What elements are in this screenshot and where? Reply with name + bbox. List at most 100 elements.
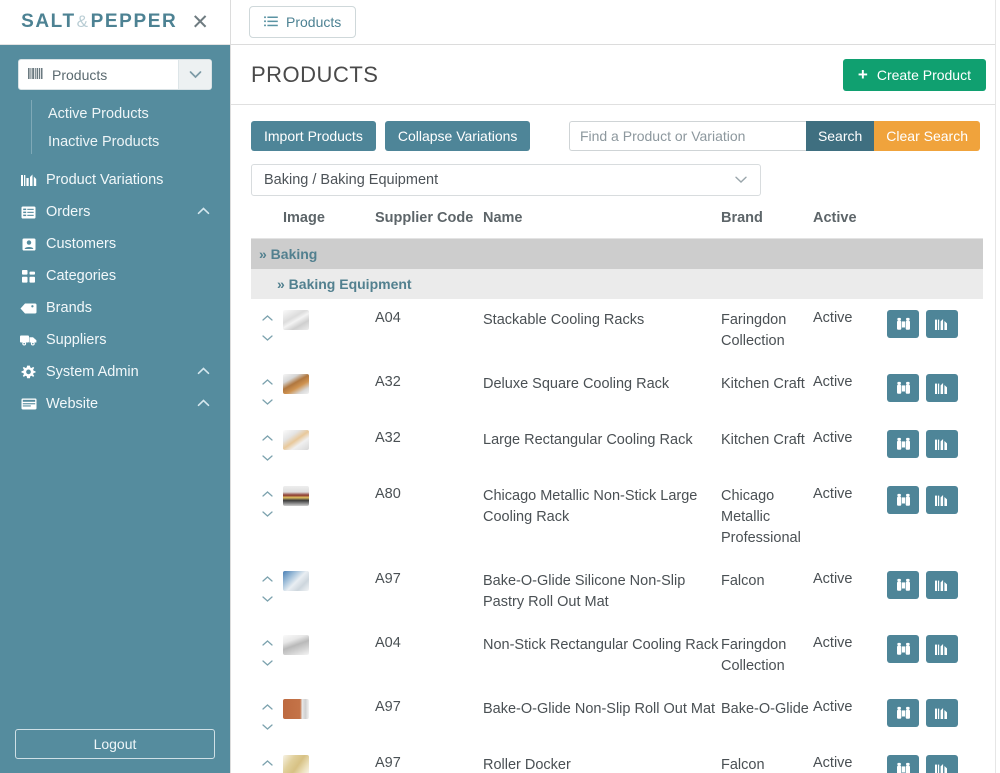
sort-arrows[interactable] [251, 571, 283, 605]
view-product-button[interactable] [887, 486, 919, 515]
sort-arrows[interactable] [251, 635, 283, 669]
view-product-button[interactable] [887, 755, 919, 773]
sidebar-item-brands[interactable]: Brands [0, 292, 230, 324]
table-row[interactable]: A32 Deluxe Square Cooling Rack Kitchen C… [251, 363, 983, 419]
view-variations-button[interactable] [926, 635, 958, 664]
chevron-down-icon[interactable] [261, 594, 273, 605]
sort-arrows[interactable] [251, 755, 283, 773]
view-variations-button[interactable] [926, 310, 958, 338]
logout-button[interactable]: Logout [15, 729, 215, 759]
sort-arrows[interactable] [251, 699, 283, 733]
chevron-down-icon[interactable] [261, 333, 273, 344]
view-product-button[interactable] [887, 430, 919, 459]
category-select[interactable]: Baking / Baking Equipment [251, 164, 761, 196]
close-icon[interactable]: ✕ [191, 12, 209, 33]
create-product-button[interactable]: + Create Product [842, 58, 986, 91]
brand-logo: SALT&PEPPER [21, 11, 177, 33]
search-button[interactable]: Search [805, 121, 875, 151]
row-sort-controls[interactable] [251, 744, 283, 773]
sidebar-item-categories[interactable]: Categories [0, 260, 230, 292]
row-sort-controls[interactable] [251, 475, 283, 560]
chevron-up-icon[interactable] [261, 574, 273, 585]
chevron-down-icon[interactable] [734, 173, 748, 187]
view-product-button[interactable] [887, 699, 919, 728]
group-header-baking[interactable]: » Baking [251, 238, 983, 269]
product-active-status: Active [813, 310, 853, 326]
product-name: Large Rectangular Cooling Rack [483, 432, 693, 449]
sidebar-item-website[interactable]: Website [0, 388, 230, 420]
clear-search-button[interactable]: Clear Search [874, 121, 980, 151]
th-supplier-code: Supplier Code [375, 202, 483, 239]
row-sort-controls[interactable] [251, 299, 283, 363]
view-product-button[interactable] [887, 635, 919, 664]
image-cell [283, 430, 375, 451]
chevron-down-icon[interactable] [261, 453, 273, 464]
variations-icon [934, 494, 947, 506]
view-product-button[interactable] [887, 571, 919, 600]
sidebar-item-system-admin[interactable]: System Admin [0, 356, 230, 388]
chevron-up-icon[interactable] [261, 638, 273, 649]
table-row[interactable]: A97 Roller Docker Falcon Active [251, 744, 983, 773]
view-variations-button[interactable] [926, 430, 958, 459]
view-variations-button[interactable] [926, 571, 958, 600]
row-sort-controls[interactable] [251, 688, 283, 744]
row-sort-controls[interactable] [251, 560, 283, 624]
image-cell [283, 571, 375, 592]
view-variations-button[interactable] [926, 755, 958, 773]
import-products-button[interactable]: Import Products [251, 121, 376, 151]
grid-icon [20, 269, 37, 283]
view-product-button[interactable] [887, 310, 919, 338]
sidebar-item-label: Customers [46, 236, 117, 252]
chevron-down-icon[interactable] [261, 658, 273, 669]
sidebar-item-customers[interactable]: Customers [0, 228, 230, 260]
chevron-up-icon[interactable] [197, 206, 210, 218]
row-sort-controls[interactable] [251, 624, 283, 688]
sort-arrows[interactable] [251, 486, 283, 520]
chevron-up-icon[interactable] [261, 702, 273, 713]
table-row[interactable]: A32 Large Rectangular Cooling Rack Kitch… [251, 419, 983, 475]
table-row[interactable]: A04 Stackable Cooling Racks Faringdon Co… [251, 299, 983, 363]
chevron-up-icon[interactable] [261, 433, 273, 444]
chevron-down-icon[interactable] [261, 509, 273, 520]
chevron-up-icon[interactable] [261, 489, 273, 500]
sidebar-item-active-products[interactable]: Active Products [0, 100, 230, 128]
sidebar-item-suppliers[interactable]: Suppliers [0, 324, 230, 356]
sidebar-item-inactive-products[interactable]: Inactive Products [0, 128, 230, 156]
view-variations-button[interactable] [926, 486, 958, 515]
group-header-baking-equipment[interactable]: » Baking Equipment [251, 269, 983, 299]
binoculars-icon [896, 317, 910, 330]
image-cell [283, 699, 375, 720]
tags-icon [20, 302, 37, 315]
sort-arrows[interactable] [251, 430, 283, 464]
chevron-down-icon[interactable] [261, 722, 273, 733]
tab-products[interactable]: Products [249, 6, 357, 38]
collapse-variations-button[interactable]: Collapse Variations [384, 121, 531, 151]
view-product-button[interactable] [887, 374, 919, 403]
table-row[interactable]: A04 Non-Stick Rectangular Cooling Rack F… [251, 624, 983, 688]
product-thumbnail [283, 755, 309, 773]
table-row[interactable]: A80 Chicago Metallic Non-Stick Large Coo… [251, 475, 983, 560]
sort-arrows[interactable] [251, 310, 283, 344]
chevron-up-icon[interactable] [197, 398, 210, 410]
view-variations-button[interactable] [926, 699, 958, 728]
row-sort-controls[interactable] [251, 363, 283, 419]
right-edge-border [995, 0, 1000, 773]
chevron-down-icon[interactable] [261, 397, 273, 408]
chevron-down-icon[interactable] [178, 60, 211, 89]
chevron-up-icon[interactable] [261, 377, 273, 388]
product-active-status: Active [813, 635, 853, 652]
row-action-buttons [887, 486, 983, 515]
chevron-up-icon[interactable] [261, 758, 273, 769]
row-sort-controls[interactable] [251, 419, 283, 475]
chevron-up-icon[interactable] [197, 366, 210, 378]
row-action-buttons [887, 755, 983, 773]
sidebar-item-product-variations[interactable]: Product Variations [0, 164, 230, 196]
table-row[interactable]: A97 Bake-O-Glide Silicone Non-Slip Pastr… [251, 560, 983, 624]
search-input[interactable] [568, 121, 806, 151]
sidebar-product-selector[interactable]: Products [18, 59, 212, 90]
sort-arrows[interactable] [251, 374, 283, 408]
sidebar-item-orders[interactable]: Orders [0, 196, 230, 228]
chevron-up-icon[interactable] [261, 313, 273, 324]
view-variations-button[interactable] [926, 374, 958, 403]
table-row[interactable]: A97 Bake-O-Glide Non-Slip Roll Out Mat B… [251, 688, 983, 744]
